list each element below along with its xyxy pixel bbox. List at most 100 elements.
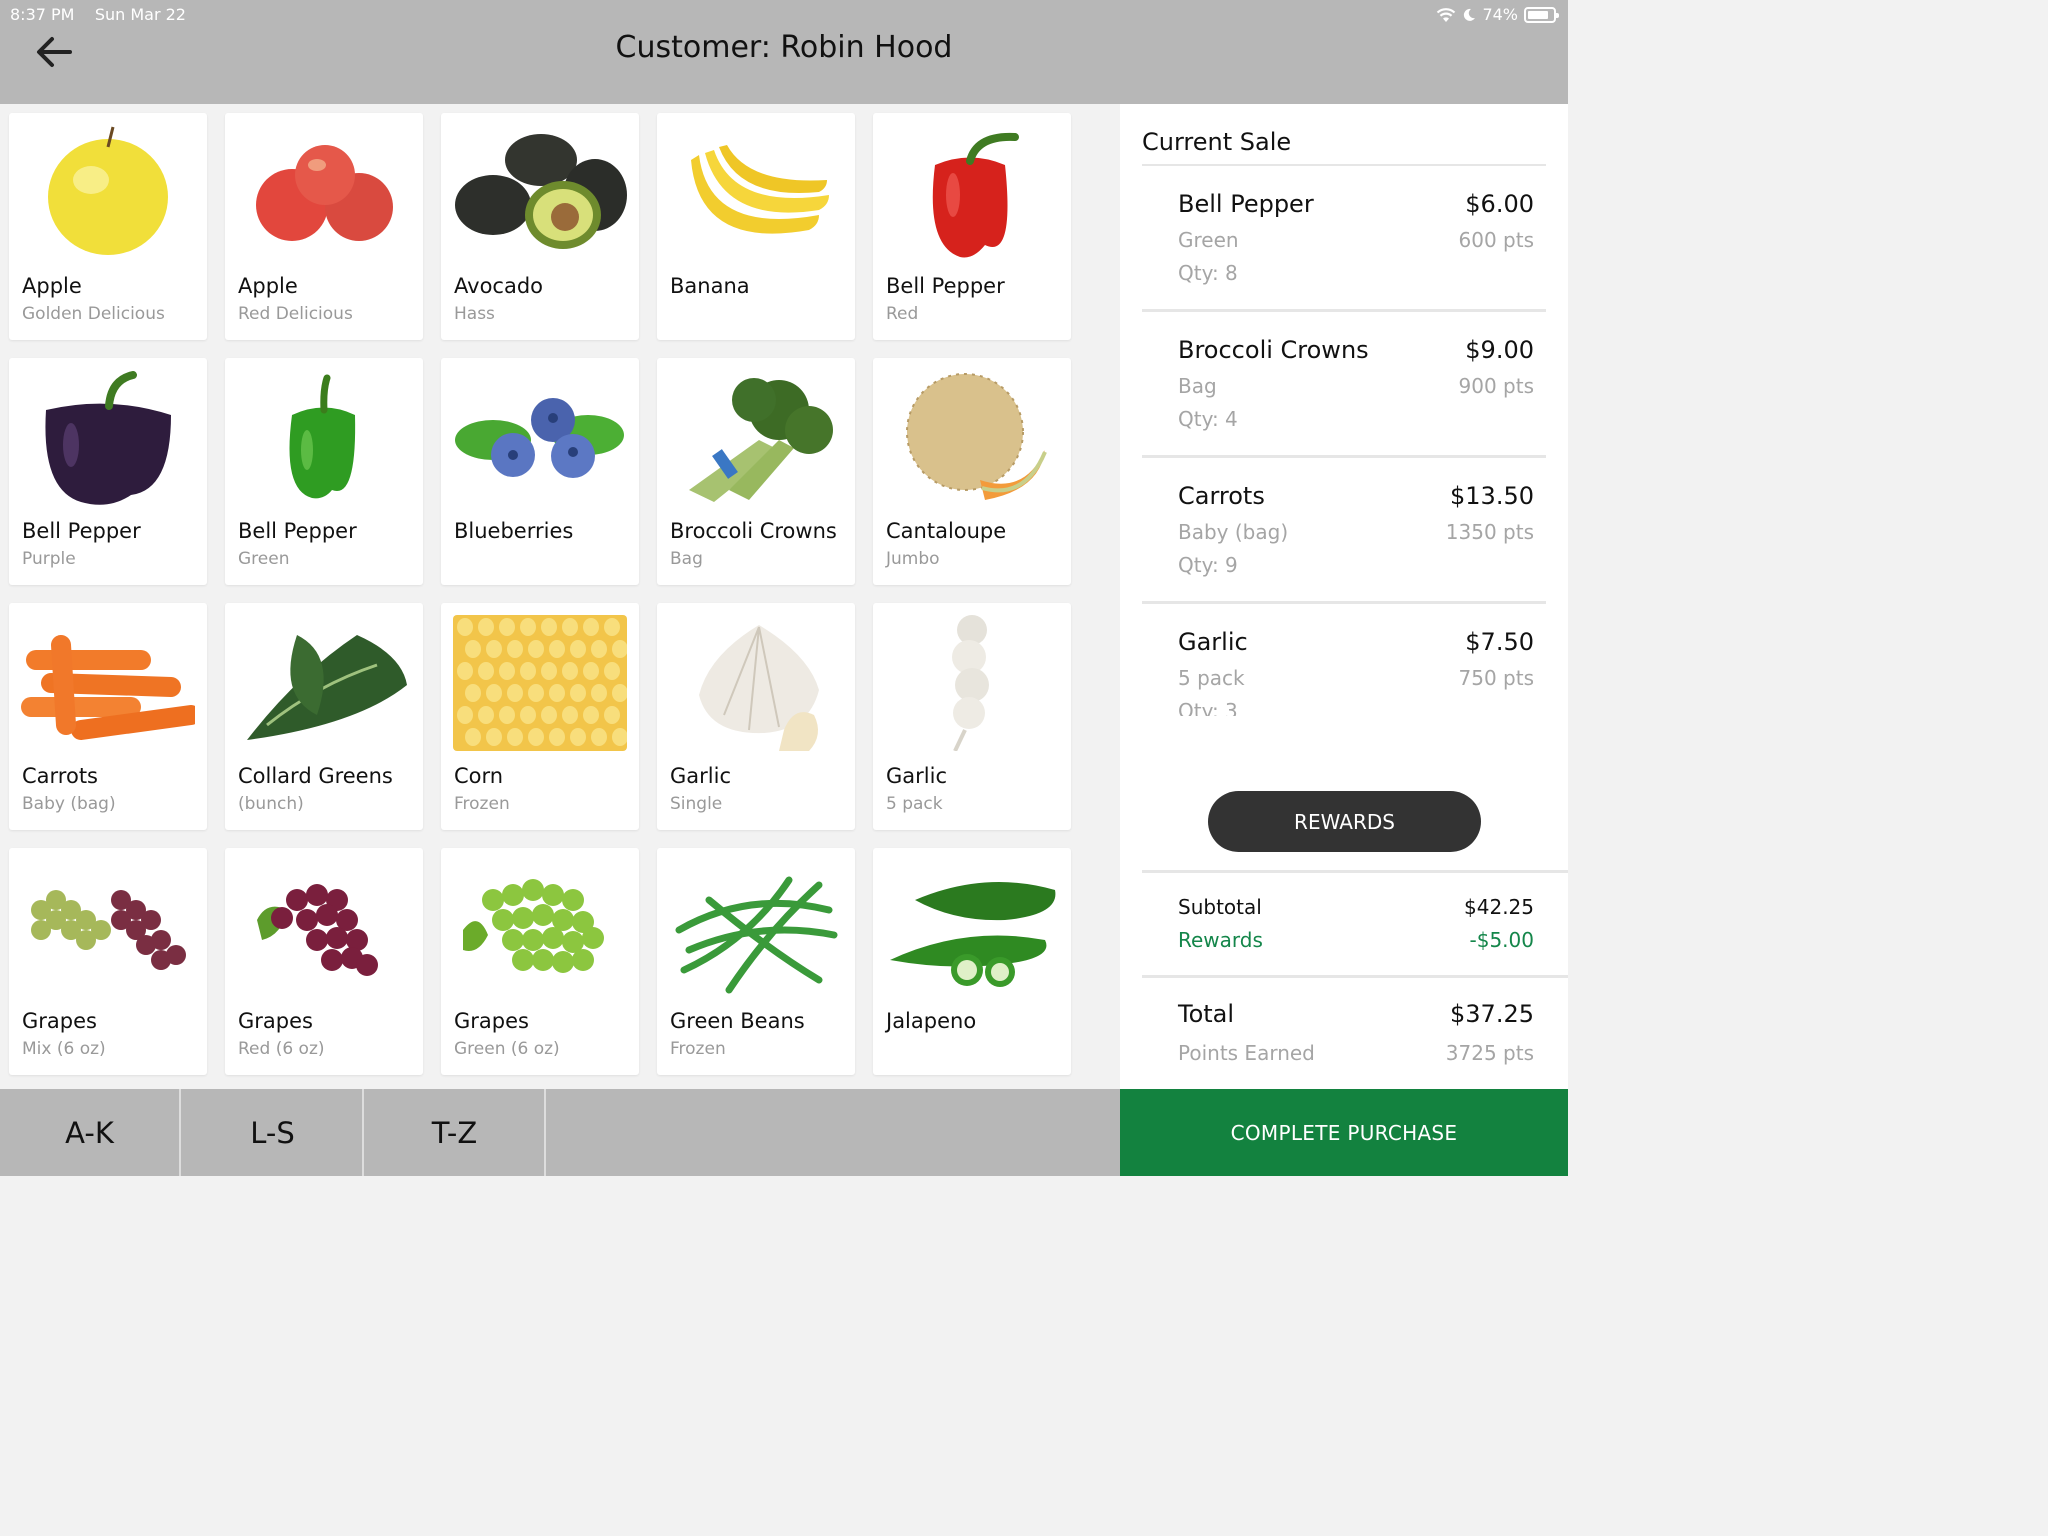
sale-line-item[interactable]: Garlic $7.50 5 pack 750 pts Qty: 3 — [1142, 604, 1546, 716]
banana-icon — [669, 125, 843, 261]
collard-greens-icon — [237, 615, 411, 751]
rewards-button[interactable]: REWARDS — [1208, 791, 1481, 852]
product-tile[interactable]: Blueberries — [441, 358, 639, 585]
product-name: Bell Pepper — [886, 274, 1005, 298]
battery-icon — [1524, 6, 1559, 23]
points-earned-label: Points Earned — [1178, 1041, 1315, 1065]
page-title: Customer: Robin Hood — [615, 30, 953, 65]
tab-l-s[interactable]: L-S — [183, 1089, 364, 1176]
product-tile[interactable]: Banana — [657, 113, 855, 340]
product-variant: Bag — [670, 549, 703, 569]
sale-item-variant: Bag — [1178, 374, 1217, 398]
product-tile[interactable]: Apple Red Delicious — [225, 113, 423, 340]
broccoli-icon — [669, 370, 843, 506]
product-name: Broccoli Crowns — [670, 519, 837, 543]
garlic-pack-icon — [885, 615, 1059, 751]
sale-item-price: $13.50 — [1450, 482, 1534, 510]
red-apples-icon — [237, 125, 411, 261]
battery-percent: 74% — [1482, 5, 1518, 24]
product-tile[interactable]: Grapes Red (6 oz) — [225, 848, 423, 1075]
product-grid: Apple Golden Delicious Apple Red Delicious A… — [9, 113, 1071, 1075]
complete-purchase-button[interactable]: COMPLETE PURCHASE — [1120, 1089, 1568, 1176]
sale-item-name: Broccoli Crowns — [1178, 336, 1369, 364]
sale-line-item[interactable]: Broccoli Crowns $9.00 Bag 900 pts Qty: 4 — [1142, 312, 1546, 458]
product-name: Collard Greens — [238, 764, 393, 788]
product-variant: Green — [238, 549, 290, 569]
subtotal-label: Subtotal — [1178, 895, 1262, 919]
status-bar-left: 8:37 PM Sun Mar 22 — [10, 5, 186, 24]
product-tile[interactable]: Green Beans Frozen — [657, 848, 855, 1075]
product-name: Green Beans — [670, 1009, 805, 1033]
product-tile[interactable]: Carrots Baby (bag) — [9, 603, 207, 830]
product-variant: Single — [670, 794, 723, 814]
product-tile[interactable]: Bell Pepper Green — [225, 358, 423, 585]
moon-icon — [1464, 8, 1476, 21]
red-pepper-icon — [885, 125, 1059, 261]
product-variant: Frozen — [670, 1039, 726, 1059]
sale-item-name: Bell Pepper — [1178, 190, 1314, 218]
product-name: Cantaloupe — [886, 519, 1007, 543]
status-date: Sun Mar 22 — [94, 5, 186, 24]
product-tile[interactable]: Garlic 5 pack — [873, 603, 1071, 830]
total-label: Total — [1178, 1000, 1235, 1028]
product-variant: Red — [886, 304, 919, 324]
divider — [1142, 975, 1568, 978]
product-tile[interactable]: Bell Pepper Red — [873, 113, 1071, 340]
green-pepper-icon — [237, 370, 411, 506]
sale-item-points: 1350 pts — [1445, 520, 1534, 544]
current-sale-panel: Current Sale Bell Pepper $6.00 Green 600 pt… — [1120, 104, 1568, 1089]
sale-item-qty: Qty: 9 — [1178, 553, 1238, 577]
product-tile[interactable]: Avocado Hass — [441, 113, 639, 340]
product-name: Apple — [22, 274, 82, 298]
product-variant: 5 pack — [886, 794, 943, 814]
sale-item-points: 900 pts — [1458, 374, 1535, 398]
sale-item-variant: Baby (bag) — [1178, 520, 1289, 544]
sale-item-price: $7.50 — [1465, 628, 1534, 656]
rewards-label: Rewards — [1178, 928, 1263, 952]
product-tile[interactable]: Bell Pepper Purple — [9, 358, 207, 585]
sale-item-name: Carrots — [1178, 482, 1265, 510]
green-beans-icon — [669, 860, 843, 996]
tab-a-k[interactable]: A-K — [0, 1089, 181, 1176]
product-variant: Baby (bag) — [22, 794, 116, 814]
grapes-mix-icon — [21, 860, 195, 996]
tab-t-z[interactable]: T-Z — [365, 1089, 546, 1176]
corn-icon — [453, 615, 627, 751]
sale-item-variant: 5 pack — [1178, 666, 1245, 690]
product-tile[interactable]: Grapes Green (6 oz) — [441, 848, 639, 1075]
product-tile[interactable]: Collard Greens (bunch) — [225, 603, 423, 830]
product-variant: Green (6 oz) — [454, 1039, 560, 1059]
status-bar-right: 74% — [1436, 5, 1559, 24]
sale-item-variant: Green — [1178, 228, 1239, 252]
grapes-green-icon — [453, 860, 627, 996]
sale-item-qty: Qty: 3 — [1178, 699, 1238, 716]
alphabet-tabs: A-K L-S T-Z — [0, 1089, 1120, 1176]
product-name: Bell Pepper — [238, 519, 357, 543]
top-bar: 8:37 PM Sun Mar 22 74% Customer: Robin H… — [0, 0, 1568, 104]
product-tile[interactable]: Jalapeno — [873, 848, 1071, 1075]
sale-line-item[interactable]: Carrots $13.50 Baby (bag) 1350 pts Qty: 9 — [1142, 458, 1546, 604]
product-tile[interactable]: Cantaloupe Jumbo — [873, 358, 1071, 585]
product-variant: Hass — [454, 304, 495, 324]
golden-apple-icon — [21, 125, 195, 261]
product-name: Garlic — [670, 764, 731, 788]
sale-item-price: $9.00 — [1465, 336, 1534, 364]
sale-line-item[interactable]: Bell Pepper $6.00 Green 600 pts Qty: 8 — [1142, 166, 1546, 312]
product-variant: Red Delicious — [238, 304, 353, 324]
product-tile[interactable]: Broccoli Crowns Bag — [657, 358, 855, 585]
product-name: Jalapeno — [886, 1009, 977, 1033]
cantaloupe-icon — [885, 370, 1059, 506]
product-tile[interactable]: Corn Frozen — [441, 603, 639, 830]
product-tile[interactable]: Apple Golden Delicious — [9, 113, 207, 340]
product-name: Avocado — [454, 274, 544, 298]
product-tile[interactable]: Grapes Mix (6 oz) — [9, 848, 207, 1075]
subtotal-value: $42.25 — [1464, 895, 1534, 919]
divider — [1142, 870, 1568, 873]
product-variant: (bunch) — [238, 794, 304, 814]
product-tile[interactable]: Garlic Single — [657, 603, 855, 830]
sale-item-list[interactable]: Bell Pepper $6.00 Green 600 pts Qty: 8 Brocco… — [1142, 166, 1546, 716]
carrots-icon — [21, 615, 195, 751]
product-variant: Jumbo — [886, 549, 940, 569]
product-variant: Red (6 oz) — [238, 1039, 325, 1059]
sale-item-price: $6.00 — [1465, 190, 1534, 218]
